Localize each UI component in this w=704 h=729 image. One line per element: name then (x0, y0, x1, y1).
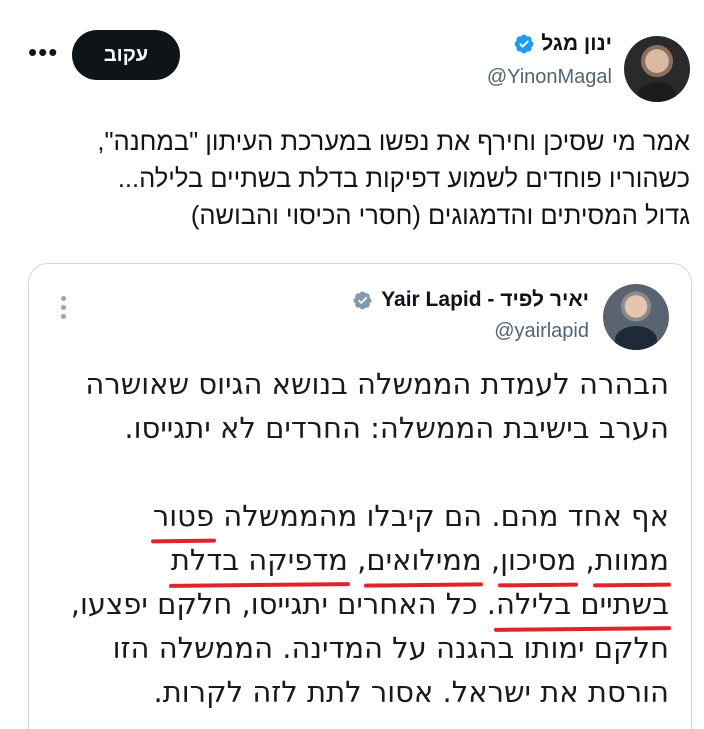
government-verified-badge-icon (353, 291, 372, 309)
more-horizontal-icon[interactable]: ••• (28, 39, 58, 65)
quoted-author-handle[interactable]: @yairlapid (494, 320, 589, 343)
underlined-phrase: ממילואים (366, 538, 481, 582)
tweet-header: ינון מגל @YinonMagal עקוב ••• (0, 22, 704, 102)
quote-text-span: , (481, 543, 501, 577)
underlined-phrase: ממוות (595, 538, 669, 582)
quote-line: ממוות, מסיכון, ממילואים, מדפיקה בדלת (51, 538, 669, 582)
author-name-text: ינון מגל (541, 32, 612, 55)
underlined-phrase: מסיכון (500, 538, 576, 582)
underlined-phrase: מדפיקה בדלת (171, 538, 348, 582)
tweet-line: כשהוריו פוחדים לשמוע דפיקות בדלת בשתיים … (117, 165, 690, 193)
quoted-author-name-text: יאיר לפיד - Yair Lapid (381, 288, 589, 311)
quote-text-span: אף אחד מהם. הם קיבלו מהממשלה (214, 499, 669, 533)
quote-line: בשתיים בלילה. כל האחרים יתגייסו, חלקם יפ… (51, 582, 669, 626)
verified-badge-icon (514, 34, 534, 54)
quoted-author-name[interactable]: יאיר לפיד - Yair Lapid (352, 288, 589, 312)
tweet-line: אמר מי שסיכן וחירף את נפשו במערכת העיתון… (97, 128, 690, 156)
quote-line: הבהרה לעמדת הממשלה בנושא הגיוס שאושרה (85, 367, 669, 401)
quote-text-span: , (576, 543, 595, 577)
quoted-tweet-card[interactable]: יאיר לפיד - Yair Lapid @yairlapid הבהרה … (28, 263, 692, 729)
underlined-phrase: בשתיים בלילה (496, 582, 669, 626)
author-handle[interactable]: @YinonMagal (487, 66, 612, 89)
quote-line: הורסת את ישראל. אסור לתת לזה לקרות. (153, 675, 670, 709)
quote-line: חלקם ימותו בהגנה על המדינה. הממשלה הזו (112, 631, 669, 665)
follow-button[interactable]: עקוב (72, 30, 180, 80)
author-avatar[interactable] (624, 36, 690, 102)
tweet-line: גדול המסיתים והדמגוגים (חסרי הכיסוי והבו… (190, 202, 690, 230)
author-name[interactable]: ינון מגל (513, 32, 612, 56)
underlined-phrase: פטור (153, 494, 214, 538)
quote-line: הערב בישיבת הממשלה: החרדים לא יתגייסו. (124, 411, 669, 445)
quoted-tweet-image-text: הבהרה לעמדת הממשלה בנושא הגיוס שאושרה הע… (51, 362, 669, 714)
quote-text-span: , (347, 543, 367, 577)
quoted-author-avatar[interactable] (603, 284, 669, 350)
vertical-dots-icon (61, 296, 67, 320)
quote-line: אף אחד מהם. הם קיבלו מהממשלה פטור (51, 494, 669, 538)
quote-text-span: . כל האחרים יתגייסו, חלקם יפצעו, (70, 587, 497, 621)
tweet-body: אמר מי שסיכן וחירף את נפשו במערכת העיתון… (40, 124, 690, 235)
